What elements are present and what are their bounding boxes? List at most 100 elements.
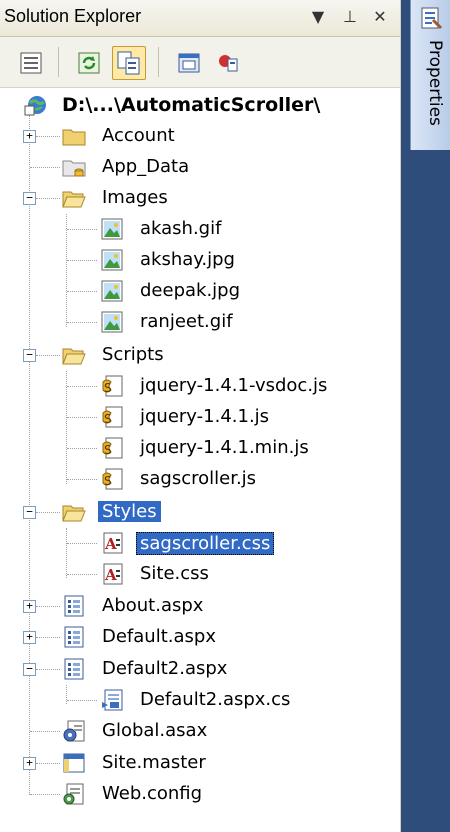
properties-icon [421,7,443,30]
tree-connector-line [36,606,60,607]
script-file-icon: S [102,437,123,459]
tree-item-default2-aspx[interactable]: − Default2.aspx [0,654,400,684]
collapse-toggle-scripts[interactable]: − [23,349,36,362]
properties-tab-label: Properties [425,40,445,126]
tree-item-label: About.aspx [102,595,204,616]
expand-toggle-site-master[interactable]: + [23,757,36,770]
tree-item-label: deepak.jpg [140,280,241,301]
tree-item-jquery-min-js[interactable]: S jquery-1.4.1.min.js [0,433,400,463]
tree-item-jquery-js[interactable]: S jquery-1.4.1.js [0,402,400,432]
tree-item-label: sagscroller.css [136,532,275,555]
tree-item-default2-aspx-cs[interactable]: Default2.aspx.cs [0,685,400,715]
tree-item-site-css[interactable]: A Site.css [0,559,400,589]
css-file-icon: A [103,532,123,554]
tree-item-images[interactable]: − Images [0,183,400,213]
cs-file-icon [102,689,123,711]
tree-item-site-master[interactable]: + Site.master [0,748,400,778]
css-file-icon: A [103,563,123,585]
tree-item-label: Web.config [102,783,203,804]
properties-toolbar-button[interactable] [14,46,48,80]
tree-item-web-config[interactable]: Web.config [0,779,400,809]
folder-open-icon [62,348,86,365]
tree-item-default-aspx[interactable]: + Default.aspx [0,622,400,652]
aspx-file-icon [64,595,84,617]
view-designer-icon [178,53,200,73]
tree-item-label: Site.css [140,563,209,584]
tree-item-ranjeet-gif[interactable]: ranjeet.gif [0,307,400,337]
collapse-toggle-images[interactable]: − [23,192,36,205]
tree-item-label: akshay.jpg [140,249,235,270]
tree-connector-line [30,794,60,795]
tree-connector-line [67,543,97,544]
window-position-dropdown-icon[interactable]: ▼ [308,6,328,28]
properties-toolbar-icon [20,52,42,74]
image-file-icon [101,311,123,333]
tree-item-label: App_Data [102,156,190,177]
tree-connector-line [36,198,60,199]
tree-connector-line [36,355,60,356]
tree-item-jquery-vsdoc-js[interactable]: S jquery-1.4.1-vsdoc.js [0,371,400,401]
tree-connector-line [67,417,97,418]
svg-text:A: A [104,535,117,553]
tree-connector-line [36,669,60,670]
tree-connector-line [67,700,97,701]
image-file-icon [101,249,123,271]
folder-data-icon [62,160,86,177]
tree-connector-line [30,731,60,732]
tree-item-global-asax[interactable]: Global.asax [0,716,400,746]
image-file-icon [101,280,123,302]
show-all-files-button[interactable] [112,46,146,80]
tree-item-about-aspx[interactable]: + About.aspx [0,591,400,621]
tree-connector-line [36,136,60,137]
refresh-icon [78,52,100,74]
tree-item-deepak-jpg[interactable]: deepak.jpg [0,276,400,306]
tree-item-akshay-jpg[interactable]: akshay.jpg [0,245,400,275]
solution-explorer-panel: Solution Explorer ▼ ⊥ ✕ D:\...\Automatic… [0,0,401,832]
expand-toggle-account[interactable]: + [23,130,36,143]
auto-hide-pin-icon[interactable]: ⊥ [340,6,360,28]
global-asax-icon [63,720,85,742]
tree-item-sagscroller-css[interactable]: A sagscroller.css [0,528,400,558]
script-file-icon: S [102,375,123,397]
tree-item-app-data[interactable]: App_Data [0,152,400,182]
tree-connector-line [67,479,97,480]
close-icon[interactable]: ✕ [370,6,390,28]
class-diagram-button[interactable] [212,46,246,80]
collapse-toggle-default2[interactable]: − [23,663,36,676]
toolbar-separator [158,47,159,77]
refresh-button[interactable] [72,46,106,80]
tree-item-sagscroller-js[interactable]: S sagscroller.js [0,464,400,494]
svg-text:A: A [104,566,117,584]
tree-connector-line [67,448,97,449]
tree-item-scripts[interactable]: − Scripts [0,340,400,370]
tree-item-account[interactable]: + Account [0,121,400,151]
tree-connector-line [67,291,97,292]
class-diagram-icon [219,55,238,72]
svg-text:S: S [104,443,112,457]
expand-toggle-default[interactable]: + [23,631,36,644]
tree-connector-line [36,637,60,638]
folder-open-icon [62,191,86,208]
show-all-files-icon [117,51,140,75]
view-designer-button[interactable] [172,46,206,80]
properties-tab[interactable]: Properties [410,0,450,150]
collapse-toggle-styles[interactable]: − [23,506,36,519]
tree-item-label: Styles [98,501,161,522]
tree-item-label: Global.asax [102,720,208,741]
visual-studio-window: Properties Solution Explorer ▼ ⊥ ✕ D:\..… [0,0,450,832]
tree-item-label: Default.aspx [102,626,216,647]
toolbar-separator [58,47,59,77]
expand-toggle-about[interactable]: + [23,600,36,613]
tree-connector-line [67,229,97,230]
tree-item-label: akash.gif [140,218,222,239]
solution-root-node[interactable]: D:\...\AutomaticScroller\ [0,90,400,120]
tree-item-label: Images [102,187,168,208]
image-file-icon [101,218,123,240]
svg-text:S: S [104,412,112,426]
tree-item-label: Default2.aspx.cs [140,689,291,710]
tree-item-akash-gif[interactable]: akash.gif [0,214,400,244]
tree-item-label: Site.master [102,752,206,773]
tree-item-label: Default2.aspx [102,658,228,679]
tree-item-styles[interactable]: − Styles [0,497,400,527]
folder-open-icon [62,505,86,522]
